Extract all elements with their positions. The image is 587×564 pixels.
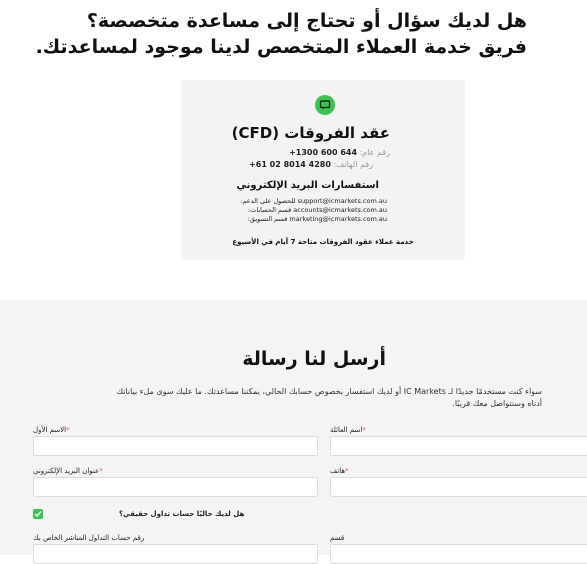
department-select[interactable] bbox=[330, 544, 587, 564]
email-label: *عنوان البريد الإلكتروني bbox=[33, 467, 103, 475]
last-name-label: *اسم العائلة bbox=[330, 426, 366, 434]
phone2-number[interactable]: +61 02 8014 4280 bbox=[249, 160, 331, 169]
real-account-checkbox[interactable] bbox=[33, 509, 43, 519]
phone2-label: رقم الهاتف: bbox=[333, 160, 373, 169]
phone2-row: رقم الهاتف: +61 02 8014 4280 bbox=[249, 160, 373, 169]
form-title: أرسل لنا رسالة bbox=[242, 348, 386, 370]
department-label: قسم bbox=[330, 534, 345, 542]
page-heading: هل لديك سؤال أو تحتاج إلى مساعدة متخصصة؟… bbox=[7, 8, 527, 60]
email-accounts[interactable]: accounts@icmarkets.com.au قسم الحسابات: bbox=[248, 206, 387, 214]
card-title: عقد الفروقات (CFD) bbox=[231, 124, 390, 142]
heading-line-2: فريق خدمة العملاء المتخصص لدينا موجود لم… bbox=[35, 36, 527, 58]
heading-line-1: هل لديك سؤال أو تحتاج إلى مساعدة متخصصة؟ bbox=[86, 10, 527, 32]
form-intro: سواء كنت مستخدمًا جديدًا لـ IC Markets أ… bbox=[116, 387, 542, 408]
real-account-question: هل لديك حاليًا حساب تداول حقيقي؟ bbox=[119, 510, 245, 518]
chat-icon bbox=[315, 95, 335, 115]
message-form-section: أرسل لنا رسالة سواء كنت مستخدمًا جديدًا … bbox=[0, 300, 587, 564]
email-heading: استفسارات البريد الإلكتروني bbox=[236, 180, 379, 191]
phone-input[interactable] bbox=[330, 477, 587, 497]
email-marketing[interactable]: marketing@icmarkets.com.au قسم التسويق: bbox=[248, 215, 387, 223]
contact-section: هل لديك سؤال أو تحتاج إلى مساعدة متخصصة؟… bbox=[0, 0, 587, 300]
last-name-input[interactable] bbox=[330, 436, 587, 456]
phone-row: رقم عام: +1300 600 644 bbox=[289, 148, 390, 157]
cfd-contact-card: عقد الفروقات (CFD) رقم عام: +1300 600 64… bbox=[181, 80, 465, 260]
email-input[interactable] bbox=[33, 477, 318, 497]
availability-note: خدمة عملاء عقود الفروقات متاحة 7 أيام في… bbox=[232, 238, 414, 246]
first-name-label: *الاسم الأول bbox=[33, 426, 70, 434]
phone-field-label: *هاتف bbox=[330, 467, 349, 475]
phone-number[interactable]: +1300 600 644 bbox=[289, 148, 357, 157]
account-number-input[interactable] bbox=[33, 544, 318, 564]
real-account-row: هل لديك حاليًا حساب تداول حقيقي؟ bbox=[33, 509, 244, 519]
phone-label: رقم عام: bbox=[359, 148, 390, 157]
email-support[interactable]: support@icmarkets.com.au للحصول على الدع… bbox=[240, 197, 387, 205]
account-number-label: رقم حساب التداول المباشر الخاص بك bbox=[33, 534, 145, 542]
first-name-input[interactable] bbox=[33, 436, 318, 456]
